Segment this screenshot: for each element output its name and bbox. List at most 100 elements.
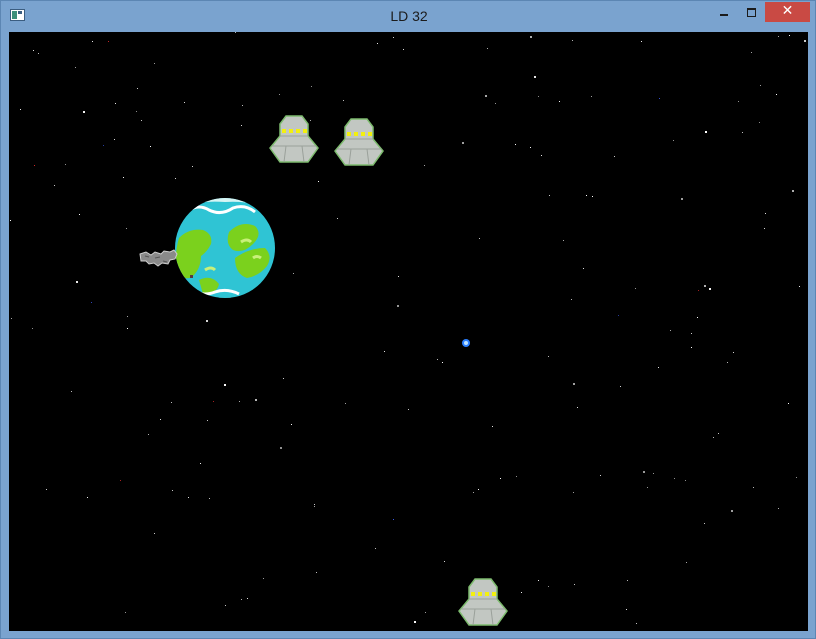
star [731, 510, 733, 512]
star [541, 155, 542, 156]
star [574, 584, 575, 585]
star [343, 100, 344, 101]
star [71, 391, 72, 392]
star [577, 407, 578, 408]
star [778, 508, 779, 509]
star [478, 489, 479, 490]
star [686, 562, 687, 563]
star [670, 330, 671, 331]
star [316, 572, 317, 573]
game-window: LD 32 ✕ [0, 0, 816, 639]
star [626, 609, 627, 610]
star [154, 63, 155, 64]
star [515, 144, 516, 145]
star [549, 195, 550, 196]
star [209, 498, 210, 499]
star [444, 561, 445, 562]
game-canvas[interactable] [9, 32, 808, 631]
star [414, 621, 416, 623]
star [375, 548, 376, 549]
star [188, 497, 189, 498]
star [473, 492, 474, 493]
star [548, 356, 549, 357]
star [479, 238, 480, 239]
star [571, 299, 572, 300]
star [698, 290, 699, 291]
star [141, 120, 142, 121]
star [572, 40, 573, 41]
star [804, 40, 806, 42]
star [123, 177, 124, 178]
star [789, 35, 790, 36]
star [591, 96, 592, 97]
star [172, 490, 173, 491]
star [192, 166, 193, 167]
star [614, 156, 615, 157]
star [799, 286, 800, 287]
star [534, 76, 536, 78]
star [337, 218, 338, 219]
star [776, 94, 777, 95]
star [397, 305, 399, 307]
star [521, 592, 522, 593]
star [516, 476, 517, 477]
star [38, 53, 39, 54]
close-button[interactable]: ✕ [765, 2, 810, 22]
star [224, 384, 226, 386]
star [788, 403, 789, 404]
star [647, 487, 648, 488]
star [54, 185, 55, 186]
star [255, 399, 257, 401]
star [620, 386, 621, 387]
star [171, 402, 172, 403]
star [293, 273, 294, 274]
star [225, 605, 226, 606]
star [32, 328, 33, 329]
star [91, 302, 92, 303]
close-icon: ✕ [781, 3, 794, 19]
star [345, 403, 346, 404]
star [681, 198, 683, 200]
star [120, 480, 121, 481]
star [759, 122, 760, 123]
star [206, 320, 208, 322]
space-scene [9, 32, 808, 631]
star [487, 48, 488, 49]
star [241, 599, 242, 600]
star [137, 88, 138, 89]
star [408, 409, 409, 410]
minimize-button[interactable] [711, 2, 738, 22]
space-background [9, 32, 808, 631]
star [76, 281, 78, 283]
star [279, 94, 280, 95]
star [530, 147, 531, 148]
star [618, 315, 619, 316]
star [437, 359, 438, 360]
star [442, 362, 443, 363]
star [653, 473, 654, 474]
star [127, 316, 128, 317]
title-bar[interactable]: LD 32 ✕ [1, 1, 815, 31]
star [33, 50, 34, 51]
star [34, 165, 35, 166]
star [485, 95, 487, 97]
star [738, 101, 739, 102]
star [377, 43, 378, 44]
player-orb [462, 339, 470, 347]
star [573, 492, 574, 493]
star [103, 145, 104, 146]
star [291, 424, 292, 425]
star [10, 220, 11, 221]
maximize-button[interactable] [738, 2, 765, 22]
star [184, 102, 185, 103]
star [92, 41, 93, 42]
star [241, 125, 242, 126]
star [46, 489, 47, 490]
star [592, 196, 593, 197]
window-title: LD 32 [390, 8, 428, 24]
star [691, 347, 692, 348]
star [600, 475, 601, 476]
star [115, 103, 116, 104]
star [125, 612, 126, 613]
star [108, 41, 109, 42]
